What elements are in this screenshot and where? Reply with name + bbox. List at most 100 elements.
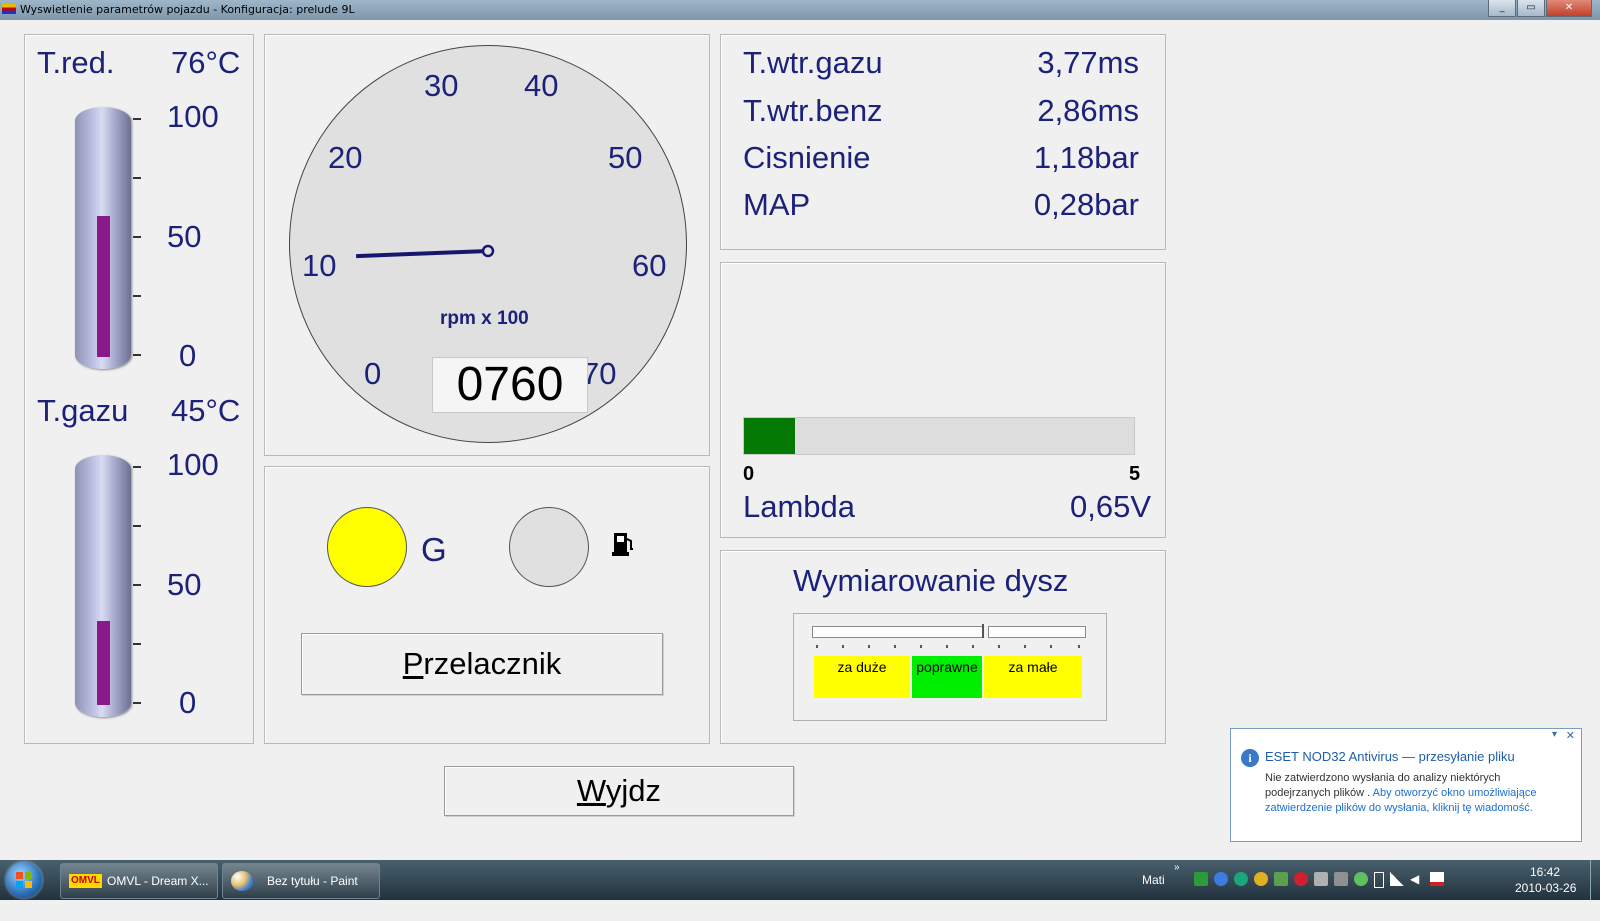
tick <box>133 643 141 645</box>
gauge-label-60: 60 <box>632 248 667 283</box>
notification-close-icon[interactable]: ✕ <box>1566 729 1575 742</box>
param-value: 3,77ms <box>1037 45 1139 80</box>
exit-button[interactable]: Wyjdz <box>444 766 794 816</box>
tick <box>920 645 922 648</box>
rpm-needle <box>356 249 489 259</box>
tick <box>133 702 141 704</box>
notification-title: ESET NOD32 Antivirus — przesyłanie pliku <box>1265 749 1515 764</box>
param-value: 2,86ms <box>1037 93 1139 128</box>
param-value: 0,28bar <box>1033 187 1139 222</box>
omvl-icon: OMVL <box>69 874 102 888</box>
tray-app-icon[interactable] <box>1214 872 1228 886</box>
tick <box>894 645 896 648</box>
gas-thermometer-fill <box>97 621 110 705</box>
tray-app-icon[interactable] <box>1314 872 1328 886</box>
param-value: 1,18bar <box>1033 140 1139 175</box>
gas-temp-value: 45°C <box>171 393 241 428</box>
show-desktop-button[interactable] <box>1590 860 1600 900</box>
taskbar-task-label: Bez tytułu - Paint <box>267 874 358 888</box>
exit-button-accesskey: W <box>576 773 606 808</box>
battery-icon[interactable] <box>1374 872 1384 888</box>
lambda-max-label: 5 <box>1129 463 1141 485</box>
gas-thermometer <box>75 455 131 717</box>
window-controls: _ ▭ ✕ <box>1487 0 1592 18</box>
tray-app-icon[interactable] <box>1234 872 1248 886</box>
action-center-icon[interactable] <box>1430 872 1444 886</box>
gauge-label-20: 20 <box>328 140 363 175</box>
nozzle-correct: poprawne <box>912 656 982 698</box>
temperature-panel: T.red. 76°C 100 50 0 T.gazu 45°C 100 50 … <box>24 34 254 744</box>
rpm-readout: 0760 <box>432 357 588 413</box>
gas-indicator-letter: G <box>421 531 447 568</box>
tick <box>972 645 974 648</box>
needle-hub <box>481 244 495 258</box>
scale-label-100: 100 <box>167 447 219 482</box>
tick <box>133 177 141 179</box>
param-label: Cisnienie <box>743 140 871 175</box>
taskbar-task-omvl[interactable]: OMVL OMVL - Dream X... <box>60 863 218 899</box>
gauge-label-40: 40 <box>524 68 559 103</box>
info-icon: i <box>1241 749 1259 767</box>
param-label: MAP <box>743 187 811 222</box>
tick <box>868 645 870 648</box>
tick <box>842 645 844 648</box>
tick <box>998 645 1000 648</box>
taskbar-task-paint[interactable]: Bez tytułu - Paint <box>222 863 380 899</box>
maximize-button[interactable]: ▭ <box>1517 0 1545 17</box>
tray-expand-icon[interactable]: » <box>1174 862 1180 902</box>
tick <box>1078 645 1080 648</box>
tick <box>946 645 948 648</box>
lambda-value: 0,65V <box>1069 489 1151 524</box>
clock-date[interactable]: 2010-03-26 <box>1515 881 1576 921</box>
reducer-thermometer-fill <box>97 216 110 357</box>
tick <box>1024 645 1026 648</box>
nozzle-sizing-panel: Wymiarowanie dysz za duże poprawne za ma… <box>720 550 1166 744</box>
notification-options-icon[interactable]: ▾ <box>1552 729 1557 740</box>
lambda-min-label: 0 <box>743 463 755 485</box>
tray-app-icon[interactable] <box>1254 872 1268 886</box>
tick <box>133 118 141 120</box>
tray-app-icon[interactable] <box>1354 872 1368 886</box>
gauge-label-0: 0 <box>364 356 382 391</box>
switch-button-accesskey: P <box>402 646 424 681</box>
switch-button-label: rzelacznik <box>423 646 562 681</box>
reducer-temp-value: 76°C <box>171 45 241 80</box>
minimize-button[interactable]: _ <box>1488 0 1516 17</box>
gas-indicator <box>327 507 407 587</box>
window-titlebar[interactable]: Wyswietlenie parametrów pojazdu - Konfig… <box>0 0 1600 20</box>
start-button[interactable] <box>6 862 42 898</box>
exit-button-label: yjdz <box>605 773 662 808</box>
gauge-unit: rpm x 100 <box>440 308 529 329</box>
signal-icon[interactable] <box>1390 872 1404 886</box>
rpm-panel: 30 40 20 50 10 60 rpm x 100 0 70 0760 <box>264 34 710 456</box>
tray-app-icon[interactable] <box>1274 872 1288 886</box>
rpm-gauge: 30 40 20 50 10 60 rpm x 100 0 70 0760 <box>289 45 687 443</box>
nozzle-too-large: za duże <box>814 656 910 698</box>
nozzle-sizing-title: Wymiarowanie dysz <box>793 563 1069 598</box>
antivirus-notification[interactable]: ▾ ✕ i ESET NOD32 Antivirus — przesyłanie… <box>1230 728 1582 842</box>
app-icon <box>2 4 16 14</box>
gauge-label-10: 10 <box>302 248 337 283</box>
parameters-panel: T.wtr.gazu 3,77ms T.wtr.benz 2,86ms Cisn… <box>720 34 1166 250</box>
notification-message: Nie zatwierdzono wysłania do analizy nie… <box>1265 771 1561 816</box>
tick <box>133 354 141 356</box>
lambda-bar <box>743 417 1135 455</box>
volume-icon[interactable]: ◀ <box>1410 872 1424 886</box>
tick <box>133 466 141 468</box>
reducer-temp-label: T.red. <box>37 45 115 80</box>
window-title: Wyswietlenie parametrów pojazdu - Konfig… <box>20 3 355 16</box>
nozzle-track-right <box>988 626 1086 638</box>
tray-app-icon[interactable] <box>1294 872 1308 886</box>
tray-app-icon[interactable] <box>1334 872 1348 886</box>
system-tray-icons: ◀ <box>1194 872 1444 888</box>
taskbar-task-label: OMVL - Dream X... <box>107 874 209 888</box>
scale-label-0: 0 <box>179 338 197 373</box>
tray-app-icon[interactable] <box>1194 872 1208 886</box>
nozzle-indicator: za duże poprawne za małe <box>793 613 1107 721</box>
param-label: T.wtr.gazu <box>743 45 883 80</box>
tick <box>133 525 141 527</box>
close-button[interactable]: ✕ <box>1546 0 1592 17</box>
fuel-pump-icon <box>611 531 635 561</box>
taskbar: OMVL OMVL - Dream X... Bez tytułu - Pain… <box>0 860 1600 900</box>
switch-button[interactable]: Przelacznik <box>301 633 663 695</box>
